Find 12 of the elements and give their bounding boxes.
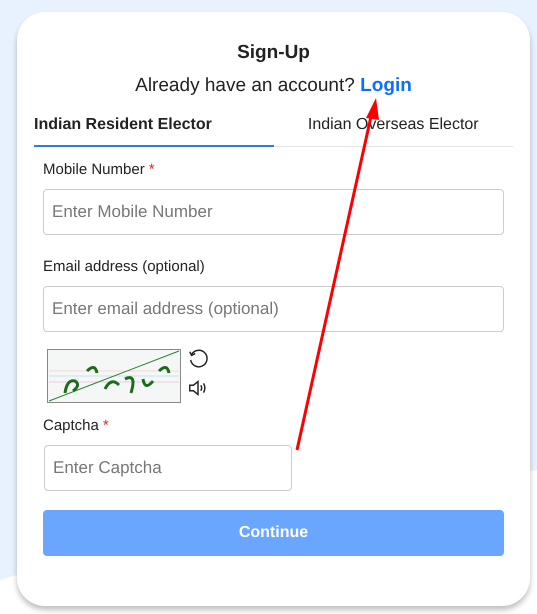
- prompt-text: Already have an account?: [135, 75, 355, 96]
- login-link[interactable]: Login: [360, 75, 412, 96]
- captcha-field[interactable]: Enter Captcha: [44, 445, 292, 491]
- field-label: Email address (optional): [43, 258, 205, 275]
- required-asterisk: *: [102, 417, 109, 434]
- form-title: Sign-Up: [236, 42, 311, 64]
- tab[interactable]: Indian Resident Elector: [34, 108, 274, 147]
- field-label: Captcha: [43, 417, 99, 434]
- field-label: Mobile Number: [43, 161, 145, 178]
- required-asterisk: *: [148, 161, 155, 178]
- input-field[interactable]: Enter Mobile Number: [43, 189, 504, 235]
- input-field[interactable]: Enter email address (optional): [43, 286, 504, 332]
